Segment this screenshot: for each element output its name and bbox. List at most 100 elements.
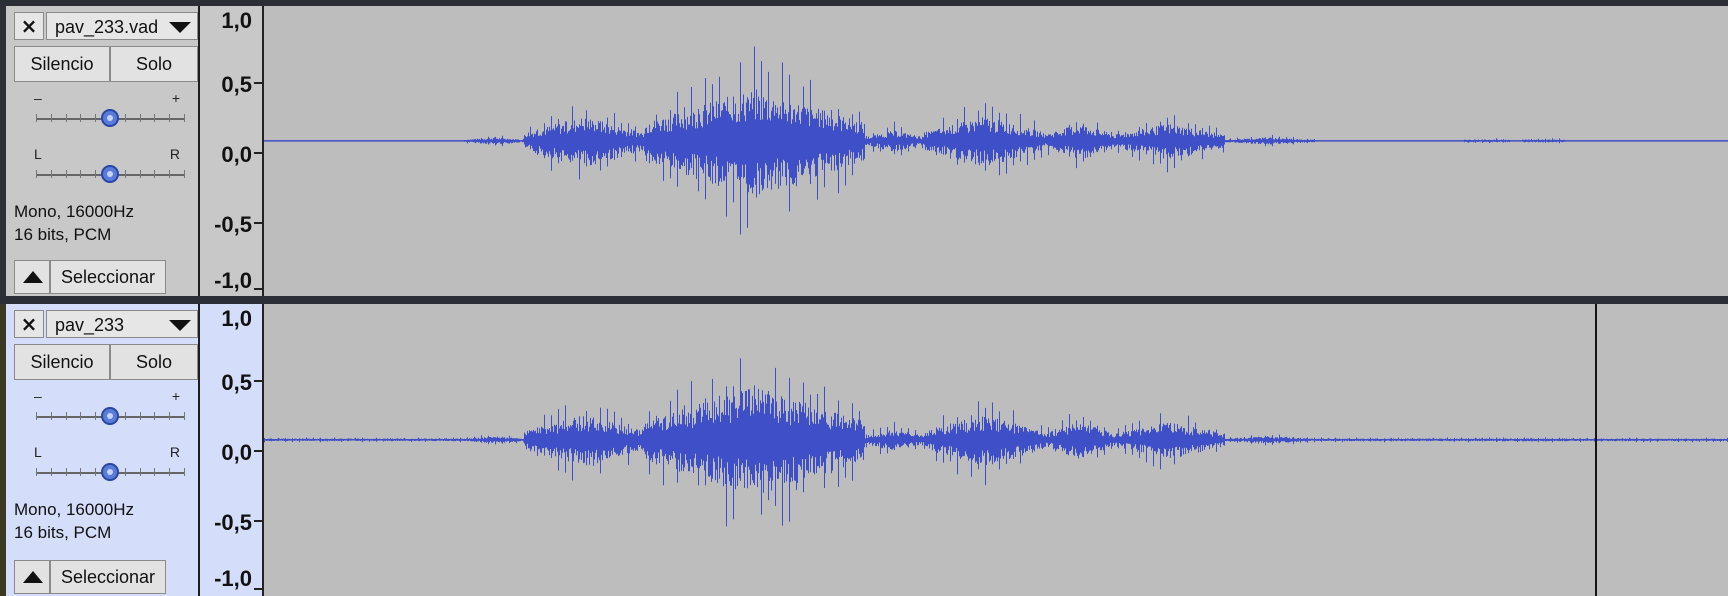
waveform bbox=[264, 46, 1728, 235]
ruler-label: 1,0 bbox=[221, 8, 252, 33]
collapse-track-icon[interactable] bbox=[14, 260, 50, 294]
waveform-area[interactable] bbox=[264, 304, 1728, 596]
slider-tick bbox=[154, 412, 156, 420]
audio-track-2[interactable]: × pav_233 Silencio Solo – + L R Mono, 16… bbox=[0, 304, 1728, 596]
slider-tick bbox=[139, 114, 141, 122]
ruler-label: 0,5 bbox=[221, 72, 252, 97]
pan-right-label: R bbox=[169, 444, 180, 460]
slider-tick bbox=[80, 170, 82, 178]
ruler-label: -0,5 bbox=[214, 510, 252, 535]
slider-tick bbox=[80, 468, 82, 476]
slider-tick bbox=[36, 468, 37, 476]
gain-slider-thumb[interactable] bbox=[101, 407, 119, 425]
audio-track-1[interactable]: × pav_233.vad Silencio Solo – + L R Mono… bbox=[0, 6, 1728, 296]
slider-tick bbox=[139, 468, 141, 476]
slider-tick bbox=[80, 412, 82, 420]
gain-slider[interactable]: – + bbox=[28, 388, 186, 428]
close-track-icon[interactable]: × bbox=[14, 310, 44, 338]
slider-tick bbox=[95, 412, 97, 420]
waveform bbox=[264, 358, 1728, 527]
slider-tick bbox=[65, 170, 67, 178]
slider-tick bbox=[50, 468, 52, 476]
track-bit-depth: 16 bits, PCM bbox=[14, 225, 112, 244]
track-name: pav_233 bbox=[55, 315, 125, 335]
slider-tick bbox=[95, 468, 97, 476]
ruler-tick bbox=[254, 288, 262, 290]
track-name-menu[interactable]: pav_233 bbox=[46, 310, 198, 338]
slider-tick bbox=[154, 170, 156, 178]
gain-slider[interactable]: – + bbox=[28, 90, 186, 130]
ruler-tick bbox=[254, 380, 262, 382]
playback-cursor[interactable] bbox=[1594, 304, 1597, 596]
solo-button[interactable]: Solo bbox=[110, 344, 198, 380]
ruler-tick bbox=[254, 520, 262, 522]
track-control-panel: × pav_233.vad Silencio Solo – + L R Mono… bbox=[6, 6, 200, 296]
gain-plus-label: + bbox=[171, 90, 180, 106]
track-name: pav_233.vad bbox=[55, 17, 159, 37]
gain-minus-label: – bbox=[34, 388, 42, 404]
slider-tick bbox=[184, 468, 185, 476]
slider-tick bbox=[95, 114, 97, 122]
amplitude-ruler: 1,0 0,5 0,0 -0,5 -1,0 bbox=[200, 304, 264, 596]
slider-tick bbox=[184, 412, 185, 420]
ruler-label: -1,0 bbox=[214, 268, 252, 293]
slider-tick bbox=[65, 412, 67, 420]
ruler-tick bbox=[254, 222, 262, 224]
slider-tick bbox=[124, 170, 126, 178]
waveform-area[interactable] bbox=[264, 6, 1728, 296]
ruler-tick bbox=[254, 82, 262, 84]
mute-button[interactable]: Silencio bbox=[14, 344, 110, 380]
track-control-panel: × pav_233 Silencio Solo – + L R Mono, 16… bbox=[6, 304, 200, 596]
audacity-editor: × pav_233.vad Silencio Solo – + L R Mono… bbox=[0, 0, 1728, 596]
slider-tick bbox=[169, 114, 171, 122]
pan-right-label: R bbox=[169, 146, 180, 162]
slider-tick bbox=[65, 468, 67, 476]
pan-left-label: L bbox=[34, 146, 42, 162]
slider-tick bbox=[50, 114, 52, 122]
ruler-label: -1,0 bbox=[214, 566, 252, 591]
slider-tick bbox=[36, 412, 37, 420]
ruler-tick bbox=[254, 588, 262, 590]
slider-tick bbox=[36, 170, 37, 178]
gain-slider-thumb[interactable] bbox=[101, 109, 119, 127]
ruler-label: 0,0 bbox=[221, 142, 252, 167]
slider-tick bbox=[65, 114, 67, 122]
pan-left-label: L bbox=[34, 444, 42, 460]
pan-slider-thumb[interactable] bbox=[101, 165, 119, 183]
slider-tick bbox=[124, 468, 126, 476]
select-button[interactable]: Seleccionar bbox=[50, 260, 166, 294]
ruler-label: 0,0 bbox=[221, 440, 252, 465]
collapse-track-icon[interactable] bbox=[14, 560, 50, 594]
select-button[interactable]: Seleccionar bbox=[50, 560, 166, 594]
slider-tick bbox=[169, 170, 171, 178]
slider-tick bbox=[139, 170, 141, 178]
ruler-tick bbox=[254, 152, 262, 154]
track-format: Mono, 16000Hz bbox=[14, 202, 135, 221]
ruler-label: -0,5 bbox=[214, 212, 252, 237]
slider-tick bbox=[80, 114, 82, 122]
track-bit-depth: 16 bits, PCM bbox=[14, 523, 112, 542]
dropdown-caret-icon bbox=[169, 320, 191, 331]
slider-tick bbox=[36, 114, 37, 122]
slider-tick bbox=[124, 412, 126, 420]
slider-tick bbox=[154, 468, 156, 476]
pan-slider-thumb[interactable] bbox=[101, 463, 119, 481]
slider-tick bbox=[124, 114, 126, 122]
track-format: Mono, 16000Hz bbox=[14, 500, 135, 519]
pan-slider[interactable]: L R bbox=[28, 444, 186, 484]
mute-button[interactable]: Silencio bbox=[14, 46, 110, 82]
close-track-icon[interactable]: × bbox=[14, 12, 44, 40]
slider-tick bbox=[50, 170, 52, 178]
slider-tick bbox=[139, 412, 141, 420]
slider-tick bbox=[184, 170, 185, 178]
ruler-label: 0,5 bbox=[221, 370, 252, 395]
pan-slider[interactable]: L R bbox=[28, 146, 186, 186]
track-name-menu[interactable]: pav_233.vad bbox=[46, 12, 198, 40]
slider-tick bbox=[184, 114, 185, 122]
solo-button[interactable]: Solo bbox=[110, 46, 198, 82]
slider-tick bbox=[169, 468, 171, 476]
gain-minus-label: – bbox=[34, 90, 42, 106]
gain-plus-label: + bbox=[171, 388, 180, 404]
ruler-tick bbox=[254, 450, 262, 452]
amplitude-ruler: 1,0 0,5 0,0 -0,5 -1,0 bbox=[200, 6, 264, 296]
